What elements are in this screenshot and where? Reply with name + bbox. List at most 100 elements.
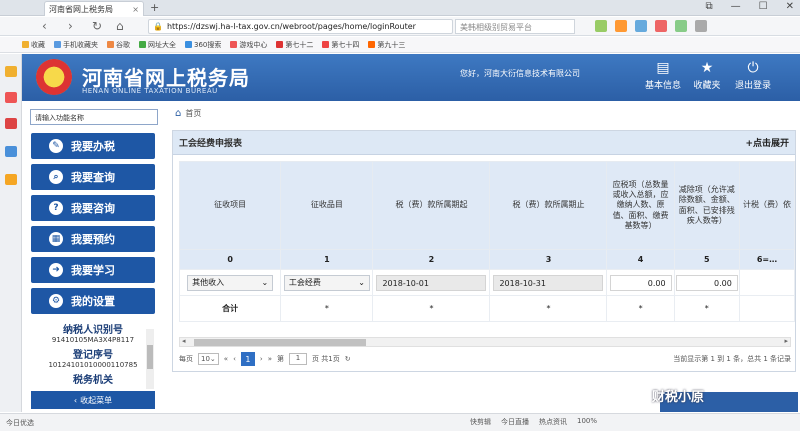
status-left-text[interactable]: 今日优选	[6, 418, 34, 428]
extension-icon[interactable]	[615, 20, 627, 32]
sidebar-scrollbar[interactable]	[146, 329, 154, 389]
prev-page-icon[interactable]: ‹	[233, 355, 236, 363]
scroll-right-icon[interactable]: ▸	[784, 337, 788, 345]
basic-info-button[interactable]: ▤ 基本信息	[640, 60, 686, 91]
home-icon[interactable]: ⌂	[175, 108, 181, 119]
close-tab-icon[interactable]: ×	[132, 5, 139, 14]
menu-icon[interactable]	[695, 20, 707, 32]
bookmark-item[interactable]: 游戏中心	[230, 40, 267, 50]
favorites-icon[interactable]	[5, 66, 17, 77]
collapse-menu-button[interactable]: ‹ 收起菜单	[31, 391, 155, 409]
expand-button[interactable]: +点击展开	[745, 136, 789, 149]
site-subtitle: HENAN ONLINE TAXATION BUREAU	[82, 87, 218, 95]
current-page-button[interactable]: 1	[240, 352, 255, 366]
col-header: 应税项（总数量或收入总额，应缴纳人数、原值、面积、缴费基数等）	[606, 161, 675, 250]
browser-side-strip	[0, 54, 22, 412]
restore-icon[interactable]: ⧉	[706, 1, 713, 12]
browser-search-input[interactable]: 美韩相级别贸易平台	[455, 19, 575, 34]
bookmark-item[interactable]: 第七十二	[276, 40, 313, 50]
bookmark-item[interactable]: 手机收藏夹	[54, 40, 98, 50]
minimize-icon[interactable]: —	[731, 1, 741, 12]
reg-no: 10124101010000110785	[48, 361, 138, 369]
breadcrumb-home[interactable]: 首页	[185, 108, 201, 119]
period-start-field[interactable]: 2018-10-01	[376, 274, 487, 291]
chevron-down-icon: ⌄	[261, 278, 269, 287]
status-item[interactable]: 热点资讯	[539, 417, 567, 427]
table-row: 其他收入 ⌄ 工会经费 ⌄ 2018-10-01 2018-10-31 0.00 0…	[178, 269, 796, 296]
mail-icon[interactable]	[5, 146, 17, 157]
taxable-amount-input[interactable]: 0.00	[609, 274, 672, 291]
url-field[interactable]: 🔒 https://dzswj.ha-l-tax.gov.cn/webroot/…	[148, 19, 453, 34]
watermark-text: 财税小原	[652, 390, 705, 405]
zoom-level[interactable]: 100%	[577, 417, 597, 427]
menu-item-query[interactable]: ⌕ 我要查询	[31, 164, 155, 190]
tax-handling-icon: ✎	[49, 139, 63, 153]
bookmark-item[interactable]: 第九十三	[368, 40, 405, 50]
menu-item-consult[interactable]: ? 我要咨询	[31, 195, 155, 221]
first-page-icon[interactable]: «	[224, 355, 228, 363]
total-cell: *	[606, 295, 675, 322]
close-window-icon[interactable]: ✕	[786, 1, 794, 12]
pagination-info: 当前显示第 1 到 1 条，总共 1 条记录	[673, 355, 791, 363]
item-select[interactable]: 工会经费 ⌄	[283, 274, 370, 291]
notes-icon[interactable]	[5, 174, 17, 185]
deduction-input[interactable]: 0.00	[675, 274, 738, 291]
bookmark-item[interactable]: 收藏	[22, 40, 45, 50]
favorites-button[interactable]: ★ 收藏夹	[684, 60, 730, 91]
id-card-icon: ▤	[656, 60, 670, 76]
weibo-icon[interactable]	[5, 118, 17, 129]
total-cell: *	[280, 295, 374, 322]
star-icon: ★	[700, 60, 714, 76]
extension-icon[interactable]	[595, 20, 607, 32]
table-hscrollbar[interactable]: ◂ ▸	[179, 337, 791, 347]
url-text: https://dzswj.ha-l-tax.gov.cn/webroot/pa…	[166, 22, 416, 31]
pagination: 每页 10 ⌄ « ‹ 1 › » 第 1 页 共1页 ↻ 当前显示第 1 到 1…	[179, 349, 791, 369]
status-item[interactable]: 快剪辑	[470, 417, 491, 427]
menu-item-appointment[interactable]: ▦ 我要预约	[31, 226, 155, 252]
col-header: 征收品目	[280, 161, 374, 250]
menu-item-tax-handling[interactable]: ✎ 我要办税	[31, 133, 155, 159]
scroll-left-icon[interactable]: ◂	[182, 337, 186, 345]
function-search-input[interactable]: 请输入功能名称	[30, 109, 158, 125]
back-icon[interactable]: ‹	[42, 19, 47, 33]
refresh-icon[interactable]: ↻	[345, 355, 351, 363]
maximize-icon[interactable]: ☐	[759, 1, 768, 12]
page-number-input[interactable]: 1	[289, 353, 308, 365]
learning-icon: ➜	[49, 263, 63, 277]
bookmark-icon	[276, 41, 284, 48]
bookmark-item[interactable]: 360搜索	[185, 40, 221, 50]
extension-icon[interactable]	[675, 20, 687, 32]
bookmarks-bar: 收藏 手机收藏夹 谷歌 网址大全 360搜索 游戏中心 第七十二 第七十四 第九十三	[0, 37, 800, 53]
app-icon[interactable]	[5, 92, 17, 103]
logout-button[interactable]: ⏻ 退出登录	[730, 60, 776, 91]
project-select[interactable]: 其他收入 ⌄	[187, 274, 274, 291]
chevron-down-icon: ⌄	[358, 278, 365, 287]
menu-item-learning[interactable]: ➜ 我要学习	[31, 257, 155, 283]
address-bar-row: ‹ › ↻ ⌂ 🔒 https://dzswj.ha-l-tax.gov.cn/…	[0, 17, 800, 36]
extension-icon[interactable]	[655, 20, 667, 32]
bookmark-item[interactable]: 网址大全	[139, 40, 176, 50]
home-icon[interactable]: ⌂	[116, 19, 124, 33]
tax-office-label: 税务机关	[73, 375, 113, 386]
page-size-select[interactable]: 10 ⌄	[198, 353, 219, 365]
bookmark-icon	[368, 41, 376, 48]
new-tab-icon[interactable]: +	[150, 1, 159, 14]
panel-title: 工会经费申报表	[179, 139, 243, 149]
forward-icon[interactable]: ›	[68, 19, 73, 33]
next-page-icon[interactable]: ›	[260, 355, 263, 363]
period-end-field[interactable]: 2018-10-31	[493, 274, 604, 291]
last-page-icon[interactable]: »	[268, 355, 272, 363]
browser-tab[interactable]: 河南省网上税务局 ×	[44, 1, 144, 16]
bookmark-icon	[107, 41, 114, 48]
refresh-icon[interactable]: ↻	[92, 19, 102, 33]
bookmark-item[interactable]: 第七十四	[322, 40, 359, 50]
query-icon: ⌕	[49, 170, 63, 184]
status-item[interactable]: 今日直播	[501, 417, 529, 427]
extension-icon[interactable]	[635, 20, 647, 32]
welcome-text: 您好，河南大衍信息技术有限公司	[460, 69, 580, 78]
lock-icon: 🔒	[153, 22, 163, 31]
col-index: 4	[606, 249, 675, 270]
bookmark-item[interactable]: 谷歌	[107, 40, 130, 50]
menu-item-settings[interactable]: ⚙ 我的设置	[31, 288, 155, 314]
total-row: 合计 * * * * *	[178, 295, 796, 322]
